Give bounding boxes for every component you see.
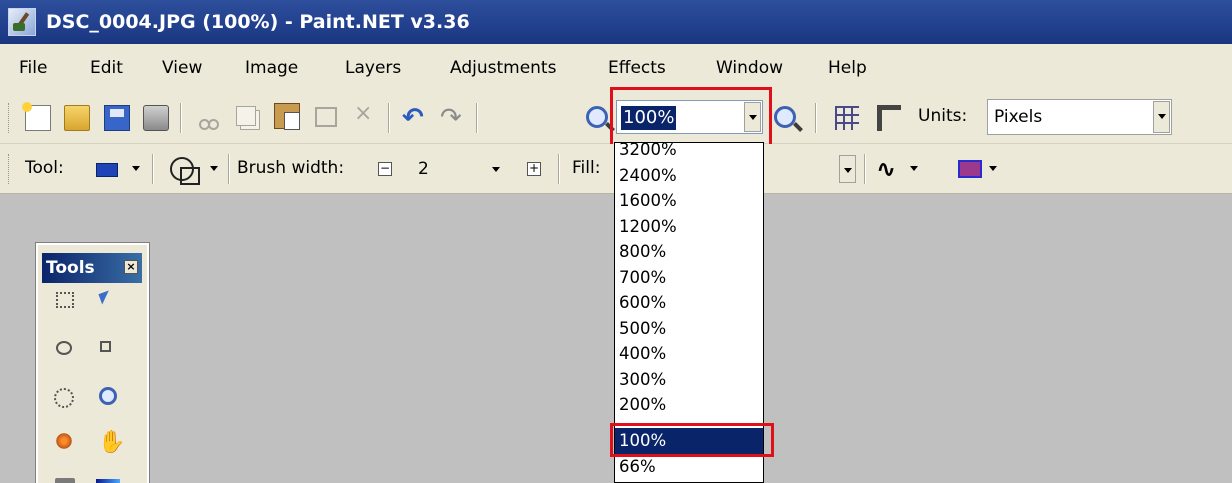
shape-type-dropdown-arrow[interactable] — [910, 166, 918, 171]
zoom-option[interactable]: 600% — [615, 290, 763, 316]
menu-bar: File Edit View Image Layers Adjustments … — [0, 44, 1232, 92]
copy-icon[interactable] — [236, 106, 256, 126]
zoom-option[interactable]: 200% — [615, 392, 763, 418]
fill-dropdown-button[interactable] — [839, 155, 856, 183]
toolbar-separator — [558, 154, 560, 184]
zoom-in-icon[interactable] — [774, 106, 796, 128]
zoom-combobox-highlight — [610, 87, 772, 147]
undo-icon[interactable]: ↶ — [402, 105, 424, 131]
toolbar-separator — [180, 103, 182, 133]
brush-width-value[interactable]: 2 — [418, 159, 429, 179]
paint-bucket-icon[interactable] — [55, 478, 75, 483]
tools-close-button[interactable]: × — [124, 260, 138, 274]
zoom-option[interactable]: 66% — [615, 454, 763, 480]
tool-label: Tool: — [25, 158, 64, 178]
antialias-icon[interactable] — [170, 157, 200, 185]
menu-window[interactable]: Window — [716, 58, 783, 78]
menu-edit[interactable]: Edit — [90, 58, 123, 78]
curve-icon[interactable]: ∿ — [876, 157, 896, 181]
brush-width-increase-button[interactable]: + — [527, 162, 541, 176]
toolbar-grip[interactable] — [8, 103, 11, 133]
zoom-option[interactable]: 3200% — [615, 143, 763, 163]
brush-width-dropdown-arrow[interactable] — [492, 167, 500, 172]
menu-help[interactable]: Help — [828, 58, 867, 78]
zoom-option[interactable]: 500% — [615, 316, 763, 342]
rectangle-select-icon[interactable] — [56, 292, 74, 308]
print-icon[interactable] — [143, 105, 169, 131]
toolbar-separator — [815, 103, 817, 133]
paste-icon[interactable] — [274, 103, 300, 130]
paintnet-app-icon[interactable] — [8, 8, 36, 36]
menu-layers[interactable]: Layers — [345, 58, 401, 78]
zoom-option[interactable]: 2400% — [615, 163, 763, 189]
new-icon[interactable] — [22, 102, 51, 131]
deselect-icon[interactable] — [350, 101, 376, 131]
zoom-option[interactable]: 1200% — [615, 214, 763, 240]
zoom-option[interactable]: 300% — [615, 367, 763, 393]
selected-option-highlight — [610, 423, 774, 457]
cut-icon[interactable] — [195, 105, 221, 131]
blend-mode-icon[interactable] — [958, 160, 982, 178]
pan-icon[interactable]: ✋ — [98, 432, 125, 458]
units-label: Units: — [918, 106, 968, 126]
toolbar-grip[interactable] — [8, 154, 11, 184]
brush-width-decrease-button[interactable]: − — [378, 162, 392, 176]
menu-effects[interactable]: Effects — [608, 58, 666, 78]
menu-file[interactable]: File — [19, 58, 47, 78]
menu-adjustments[interactable]: Adjustments — [450, 58, 556, 78]
tools-window-titlebar[interactable]: Tools × — [42, 253, 142, 283]
tools-window-title: Tools — [46, 258, 95, 278]
fill-label: Fill: — [572, 158, 601, 178]
gradient-icon[interactable] — [96, 479, 120, 483]
redo-icon[interactable]: ↷ — [440, 105, 462, 131]
zoom-option[interactable]: 700% — [615, 265, 763, 291]
zoom-icon[interactable] — [99, 387, 117, 405]
zoom-option[interactable]: 1600% — [615, 188, 763, 214]
toolbar-separator — [228, 154, 230, 184]
grid-icon[interactable] — [835, 106, 859, 130]
units-combobox[interactable]: Pixels — [987, 99, 1172, 135]
toolbar-separator — [152, 154, 154, 184]
zoom-option[interactable]: 800% — [615, 239, 763, 265]
antialias-dropdown-arrow[interactable] — [210, 166, 218, 171]
title-bar: DSC_0004.JPG (100%) - Paint.NET v3.36 — [0, 0, 1232, 44]
toolbar-separator — [476, 103, 478, 133]
window-title: DSC_0004.JPG (100%) - Paint.NET v3.36 — [46, 11, 470, 33]
rulers-icon[interactable] — [877, 105, 901, 131]
open-icon[interactable] — [64, 105, 90, 131]
ellipse-select-icon[interactable] — [54, 388, 74, 408]
move-selected-icon[interactable] — [100, 341, 111, 352]
menu-image[interactable]: Image — [245, 58, 298, 78]
zoom-option[interactable]: 400% — [615, 341, 763, 367]
units-dropdown-button[interactable] — [1153, 101, 1170, 133]
tools-window: Tools × ✋ — [35, 242, 150, 483]
toolbar-separator — [388, 103, 390, 133]
lasso-select-icon[interactable] — [56, 341, 72, 355]
units-value: Pixels — [994, 107, 1043, 127]
zoom-out-icon[interactable] — [586, 106, 608, 128]
save-icon[interactable] — [104, 105, 130, 131]
menu-view[interactable]: View — [162, 58, 202, 78]
brush-width-label: Brush width: — [237, 158, 345, 178]
brush-width-combobox[interactable]: 2 — [408, 154, 510, 184]
blend-mode-dropdown-arrow[interactable] — [989, 166, 997, 171]
fill-combobox[interactable] — [760, 154, 860, 184]
magic-wand-icon[interactable] — [55, 432, 73, 450]
tool-icon[interactable] — [96, 163, 118, 177]
tool-dropdown-arrow[interactable] — [132, 166, 140, 171]
move-selection-icon[interactable] — [98, 290, 113, 305]
crop-icon[interactable] — [315, 107, 337, 127]
toolbar-separator — [864, 154, 866, 184]
